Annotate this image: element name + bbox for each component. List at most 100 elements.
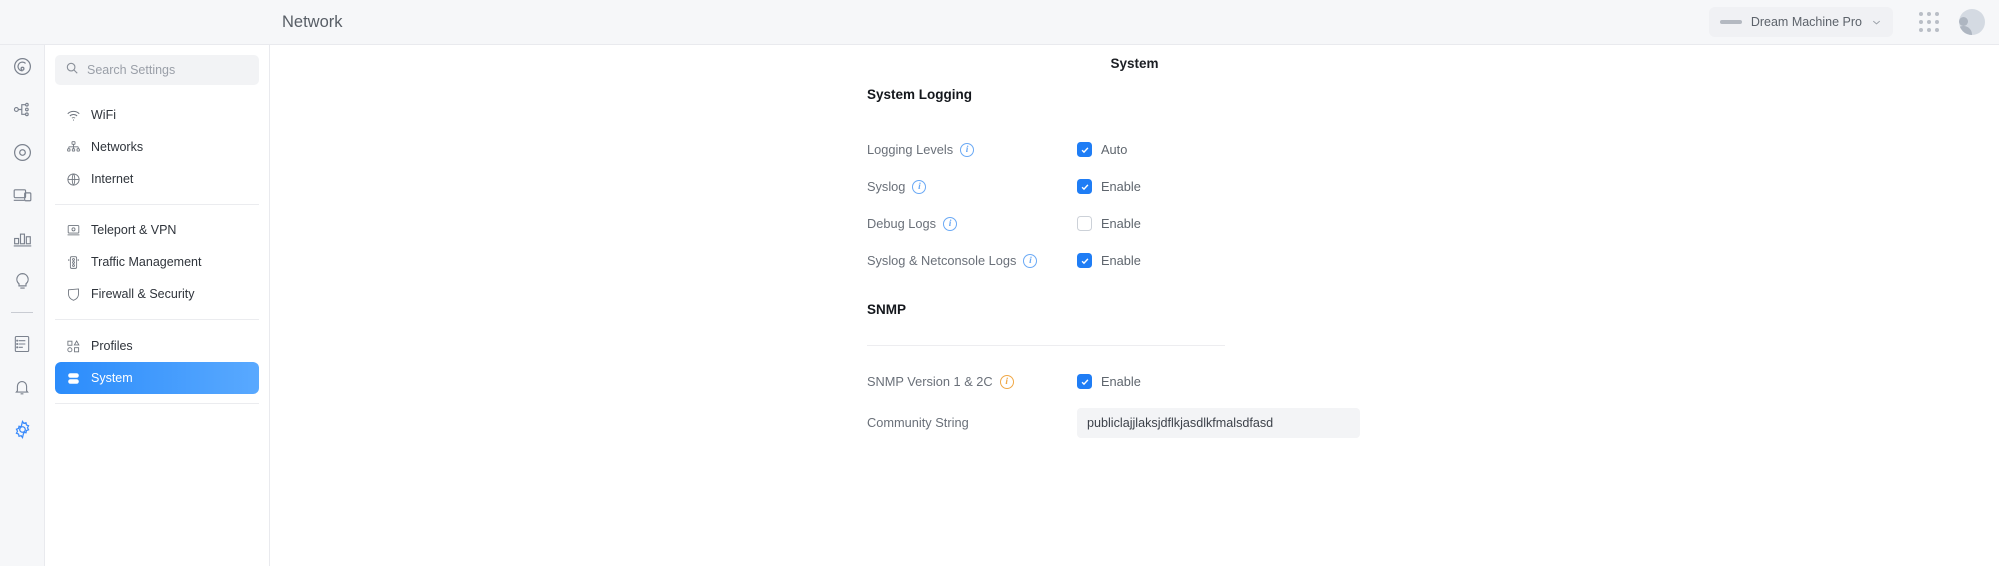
sidebar-divider-1 — [55, 204, 259, 205]
wifi-icon — [65, 107, 81, 123]
community-string-input[interactable] — [1077, 407, 1360, 438]
unifi-network-app: WiFi Networks — [0, 0, 1999, 566]
devices-icon — [12, 185, 33, 206]
sidebar-item-label: Teleport & VPN — [91, 223, 177, 237]
row-control — [1077, 407, 1360, 438]
user-avatar[interactable] — [1959, 9, 1985, 35]
info-icon[interactable]: i — [912, 179, 927, 194]
checkbox-logging-levels-auto[interactable] — [1077, 142, 1092, 157]
main-area: Network Dream Machine Pro System System … — [0, 0, 1999, 566]
bell-icon — [12, 377, 32, 397]
sidebar-divider-3 — [55, 403, 259, 404]
rail-item-dashboard[interactable] — [0, 45, 45, 88]
device-selector[interactable]: Dream Machine Pro — [1708, 7, 1893, 37]
section-title-system-logging: System Logging — [867, 87, 973, 102]
sidebar-item-teleport-vpn[interactable]: Teleport & VPN — [55, 214, 259, 246]
search-input[interactable] — [87, 63, 249, 77]
checkbox-label: Enable — [1101, 179, 1141, 194]
page-header: System — [270, 45, 1999, 81]
search-box[interactable] — [55, 55, 259, 85]
rail-item-insights[interactable] — [0, 260, 45, 303]
sidebar-item-label: Traffic Management — [91, 255, 202, 269]
search-settings-wrap — [45, 46, 269, 85]
device-dash-icon — [1719, 20, 1742, 24]
sidebar-group-system: Profiles System — [45, 330, 269, 394]
icon-rail — [0, 0, 45, 566]
rail-item-devices[interactable] — [0, 174, 45, 217]
row-control: Auto — [1077, 142, 1127, 157]
sidebar-item-networks[interactable]: Networks — [55, 131, 259, 163]
bar-chart-icon — [12, 228, 33, 249]
row-label: Community String — [867, 415, 969, 430]
sidebar-item-wifi[interactable]: WiFi — [55, 99, 259, 131]
page-title: System — [1110, 55, 1159, 71]
checkbox-snmp-version-enable[interactable] — [1077, 374, 1092, 389]
checkbox-label: Auto — [1101, 142, 1128, 157]
sidebar-item-label: System — [91, 371, 133, 385]
info-icon[interactable]: i — [960, 142, 975, 157]
row-control: Enable — [1077, 253, 1141, 268]
sidebar-item-profiles[interactable]: Profiles — [55, 330, 259, 362]
rail-item-notifications[interactable] — [0, 365, 45, 408]
traffic-icon — [65, 254, 81, 270]
settings-content: System Logging Logging Levels i Auto Sys… — [270, 81, 1999, 566]
rail-divider — [11, 312, 33, 313]
shield-icon — [65, 286, 81, 302]
row-syslog: Syslog i Enable — [270, 168, 1999, 205]
sidebar-item-traffic-management[interactable]: Traffic Management — [55, 246, 259, 278]
system-icon — [65, 370, 81, 386]
chevron-down-icon — [1871, 17, 1882, 28]
gauge-icon — [12, 56, 33, 77]
rail-item-wifi-experience[interactable] — [0, 131, 45, 174]
info-icon[interactable]: i — [943, 216, 958, 231]
row-debug-logs: Debug Logs i Enable — [270, 205, 1999, 242]
sidebar-group-security: Teleport & VPN Traffic Management Firewa… — [45, 214, 269, 310]
row-label: Logging Levels i — [867, 142, 1077, 157]
sidebar-item-label: Profiles — [91, 339, 133, 353]
checkbox-label: Enable — [1101, 374, 1141, 389]
rail-item-settings[interactable] — [0, 408, 45, 451]
rail-item-topology[interactable] — [0, 88, 45, 131]
sidebar-group-network: WiFi Networks Internet — [45, 99, 269, 195]
search-icon — [65, 61, 79, 80]
checkbox-syslog-enable[interactable] — [1077, 179, 1092, 194]
apps-grid-icon[interactable] — [1919, 12, 1939, 32]
sidebar-item-label: Firewall & Security — [91, 287, 195, 301]
bulb-icon — [12, 271, 33, 292]
settings-sidebar: WiFi Networks — [45, 0, 270, 566]
checkbox-syslog-netconsole-enable[interactable] — [1077, 253, 1092, 268]
rail-item-statistics[interactable] — [0, 217, 45, 260]
sidebar-item-label: Networks — [91, 140, 144, 154]
sidebar-item-internet[interactable]: Internet — [55, 163, 259, 195]
row-control: Enable — [1077, 216, 1141, 231]
sidebar-divider-2 — [55, 319, 259, 320]
row-label: Syslog i — [867, 179, 1077, 194]
row-control: Enable — [1077, 374, 1141, 389]
sidebar-item-label: Internet — [91, 172, 134, 186]
checkbox-debug-logs-enable[interactable] — [1077, 216, 1092, 231]
checkbox-label: Enable — [1101, 253, 1141, 268]
target-icon — [12, 142, 33, 163]
row-snmp-version: SNMP Version 1 & 2C i Enable — [270, 363, 1999, 400]
row-community-string: Community String — [270, 404, 1999, 441]
row-syslog-netconsole-logs: Syslog & Netconsole Logs i Enable — [270, 242, 1999, 279]
app-title: Network — [282, 12, 343, 31]
row-label: Debug Logs i — [867, 216, 1077, 231]
sidebar-item-label: WiFi — [91, 108, 116, 122]
rail-item-logs[interactable] — [0, 322, 45, 365]
top-bar-right: Dream Machine Pro — [1708, 7, 1999, 37]
sidebar-item-system[interactable]: System — [55, 362, 259, 394]
section-title-snmp: SNMP — [867, 302, 907, 317]
warning-info-icon[interactable]: i — [999, 374, 1014, 389]
sidebar-item-firewall-security[interactable]: Firewall & Security — [55, 278, 259, 310]
teleport-icon — [65, 222, 81, 238]
networks-icon — [65, 139, 81, 155]
row-logging-levels: Logging Levels i Auto — [270, 131, 1999, 168]
row-label: Syslog & Netconsole Logs i — [867, 253, 1099, 268]
gear-icon — [12, 419, 33, 440]
snmp-divider — [867, 345, 1225, 346]
info-icon[interactable]: i — [1023, 253, 1038, 268]
top-bar: Network Dream Machine Pro — [0, 0, 1999, 45]
list-icon — [12, 334, 32, 354]
profiles-icon — [65, 338, 81, 354]
